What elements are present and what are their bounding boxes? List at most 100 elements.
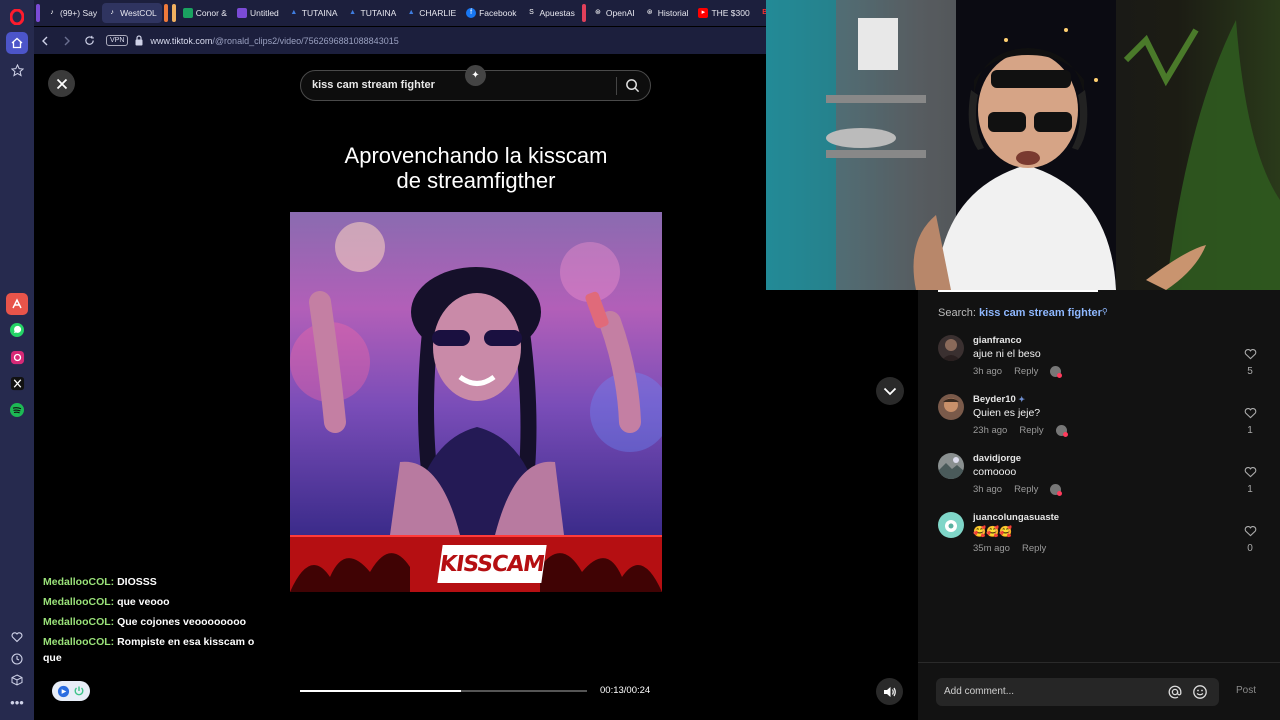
url-field[interactable]: www.tiktok.com/@ronald_clips2/video/7562… xyxy=(150,36,398,46)
extension-toggle[interactable] xyxy=(52,681,90,701)
star-icon[interactable] xyxy=(6,59,28,81)
forward-button[interactable] xyxy=(56,30,78,52)
tab-group-marker xyxy=(36,4,40,22)
aria-icon[interactable] xyxy=(6,293,28,315)
reload-button[interactable] xyxy=(78,30,100,52)
heart-icon[interactable] xyxy=(6,626,28,648)
post-button[interactable]: Post xyxy=(1236,685,1256,696)
tab-label: (99+) Say xyxy=(60,8,98,18)
sparkle-icon[interactable]: ✦ xyxy=(465,65,486,86)
heart-outline-icon xyxy=(1244,348,1256,360)
chevron-down-icon xyxy=(883,387,897,395)
reply-button[interactable]: Reply xyxy=(1014,366,1038,377)
comment-item: davidjorge comoooo 3h ago Reply 1 xyxy=(938,453,1268,503)
back-button[interactable] xyxy=(34,30,56,52)
comment-username[interactable]: davidjorge xyxy=(973,453,1021,464)
comment-meta: 35m ago Reply xyxy=(973,543,1046,554)
tab-0[interactable]: ♪ (99+) Say xyxy=(42,3,102,23)
comments-panel: Search: kiss cam stream fighter⚲ gianfra… xyxy=(918,290,1280,720)
lock-icon[interactable] xyxy=(134,35,144,46)
tab-label: TUTAINA xyxy=(301,8,338,18)
chat-message: MedallooCOL: Que cojones veoooooooo xyxy=(43,614,275,630)
comment-time: 3h ago xyxy=(973,366,1003,377)
avatar[interactable] xyxy=(938,512,964,538)
tab-12[interactable]: BA xyxy=(755,3,766,23)
tab-7[interactable]: f Facebook xyxy=(461,3,521,23)
comment-meta: 23h ago Reply xyxy=(973,425,1068,437)
search-input[interactable]: kiss cam stream fighter xyxy=(312,79,435,91)
tab-label: Untitled xyxy=(249,8,279,18)
comment-input[interactable]: Add comment... xyxy=(936,678,1219,706)
comment-username[interactable]: gianfranco xyxy=(973,335,1022,346)
search-small-icon: ⚲ xyxy=(1101,307,1108,316)
comment-username[interactable]: Beyder10 ✦ xyxy=(973,394,1025,405)
spotify-icon[interactable] xyxy=(6,399,28,421)
stream-chat: MedallooCOL: DIOSSS MedallooCOL: que veo… xyxy=(43,574,275,670)
related-search[interactable]: Search: kiss cam stream fighter⚲ xyxy=(938,307,1108,319)
video-time: 00:13/00:24 xyxy=(600,685,651,696)
comment-meta: 3h ago Reply xyxy=(973,484,1063,496)
comment-item: gianfranco ajue ni el beso 3h ago Reply … xyxy=(938,335,1268,385)
chat-username: MedallooCOL: xyxy=(43,616,115,628)
chat-text: DIOSSS xyxy=(117,576,157,588)
like-button[interactable]: 0 xyxy=(1238,524,1262,554)
reply-button[interactable]: Reply xyxy=(1019,425,1043,436)
video-caption-line2: de streamfigther xyxy=(396,168,556,193)
like-button[interactable]: 1 xyxy=(1238,465,1262,495)
figma-icon xyxy=(236,8,247,18)
video-player[interactable]: KISSCAM xyxy=(290,212,662,592)
tab-6[interactable]: ▲ CHARLIE xyxy=(401,3,461,23)
reply-button[interactable]: Reply xyxy=(1014,484,1038,495)
reply-button[interactable]: Reply xyxy=(1022,543,1046,554)
x-twitter-icon[interactable] xyxy=(6,372,28,394)
history-clock-icon[interactable] xyxy=(6,648,28,670)
tab-10[interactable]: ⊛ Historial xyxy=(640,3,694,23)
tab-group-marker xyxy=(171,4,176,22)
video-progress-bar[interactable] xyxy=(300,690,587,692)
instagram-icon[interactable] xyxy=(6,346,28,368)
tab-2[interactable]: Conor & xyxy=(178,3,232,23)
player-extension-icon xyxy=(57,685,69,697)
like-button[interactable]: 5 xyxy=(1238,347,1262,377)
chat-username: MedallooCOL: xyxy=(43,576,115,588)
tab-4[interactable]: ▲ TUTAINA xyxy=(284,3,343,23)
emoji-icon[interactable] xyxy=(1192,684,1208,700)
tab-3[interactable]: Untitled xyxy=(232,3,284,23)
heart-outline-icon xyxy=(1244,525,1256,537)
comment-time: 35m ago xyxy=(973,543,1010,554)
comment-username[interactable]: juancolungasuaste xyxy=(973,512,1059,523)
tab-1[interactable]: ♪ WestCOL xyxy=(102,3,162,23)
avatar[interactable] xyxy=(938,453,964,479)
url-host: www.tiktok.com xyxy=(150,35,213,46)
tab-label: OpenAI xyxy=(605,8,635,18)
search-icon[interactable] xyxy=(625,78,640,93)
tab-11[interactable]: ▸ THE $300 xyxy=(693,3,754,23)
tiktok-icon: ♪ xyxy=(50,9,54,16)
comment-time: 3h ago xyxy=(973,484,1003,495)
extensions-cube-icon[interactable] xyxy=(6,669,28,691)
close-button[interactable] xyxy=(48,70,75,97)
volume-button[interactable] xyxy=(876,678,903,705)
tab-8[interactable]: S Apuestas xyxy=(521,3,579,23)
kisscam-logo: KISSCAM xyxy=(437,545,547,583)
avatar[interactable] xyxy=(938,394,964,420)
like-button[interactable]: 1 xyxy=(1238,406,1262,436)
like-count: 1 xyxy=(1247,484,1253,495)
creator-badge-icon xyxy=(1050,484,1063,496)
drive-icon: ▲ xyxy=(349,9,356,16)
drive-icon: ▲ xyxy=(407,9,415,16)
more-dots-icon[interactable]: ••• xyxy=(6,691,28,713)
home-icon[interactable] xyxy=(6,32,28,54)
tab-9[interactable]: ⊛ OpenAI xyxy=(588,3,640,23)
next-video-button[interactable] xyxy=(876,377,904,405)
tab-label: Facebook xyxy=(479,8,517,18)
tiktok-icon: ♪ xyxy=(110,9,114,16)
mention-at-icon[interactable] xyxy=(1167,684,1183,700)
avatar[interactable] xyxy=(938,335,964,361)
opera-logo-icon[interactable] xyxy=(6,6,28,28)
whatsapp-icon[interactable] xyxy=(6,319,28,341)
vpn-badge[interactable]: VPN xyxy=(106,35,129,46)
related-search-term[interactable]: kiss cam stream fighter xyxy=(979,307,1102,319)
tab-5[interactable]: ▲ TUTAINA xyxy=(343,3,402,23)
close-icon xyxy=(56,78,67,89)
